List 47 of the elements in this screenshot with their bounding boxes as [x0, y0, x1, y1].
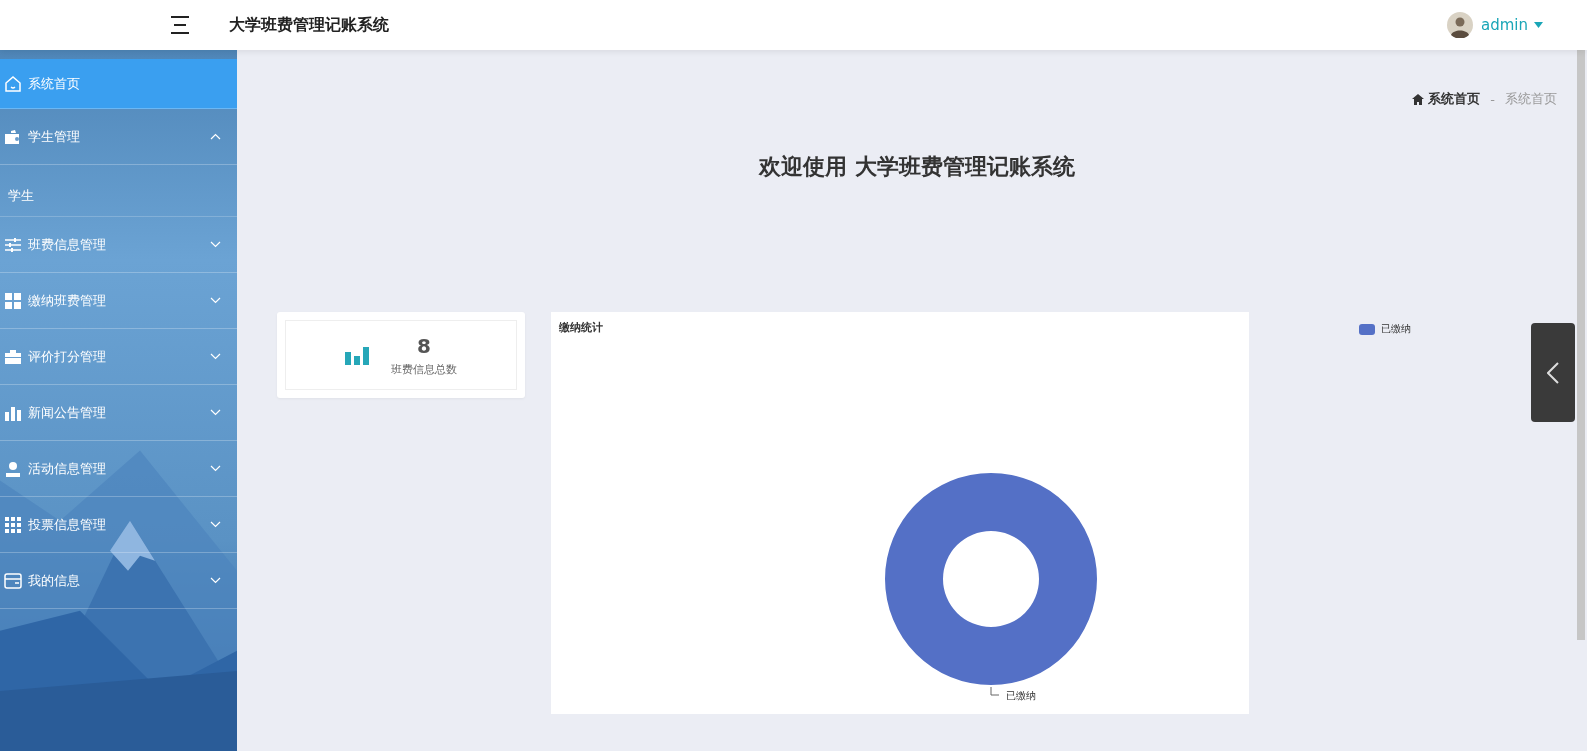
- breadcrumb-separator: -: [1490, 91, 1495, 107]
- chevron-down-icon: [210, 577, 221, 584]
- chevron-down-icon: [210, 353, 221, 360]
- chevron-down-icon: [210, 465, 221, 472]
- side-panel-toggle[interactable]: [1531, 323, 1575, 422]
- breadcrumb-link[interactable]: 系统首页: [1428, 90, 1481, 108]
- bar-chart-icon: [5, 404, 21, 421]
- wallet-icon: [5, 129, 21, 144]
- app-title: 大学班费管理记账系统: [229, 14, 389, 36]
- breadcrumb-current: 系统首页: [1505, 90, 1557, 108]
- sidebar-menu-item[interactable]: 系统首页: [0, 59, 237, 109]
- avatar-icon[interactable]: [1447, 12, 1473, 38]
- sidebar-menu-item[interactable]: 我的信息: [0, 553, 237, 609]
- scrollbar[interactable]: [1577, 50, 1585, 640]
- chevron-down-icon: [210, 521, 221, 528]
- chevron-down-icon: [210, 409, 221, 416]
- grid-icon: [5, 516, 21, 533]
- sidebar-menu-item[interactable]: 缴纳班费管理: [0, 273, 237, 329]
- stat-label: 班费信息总数: [391, 361, 457, 377]
- sidebar-menu-item[interactable]: 班费信息管理: [0, 217, 237, 273]
- card-icon: [4, 572, 22, 589]
- sidebar-submenu-item[interactable]: 学生: [0, 165, 237, 217]
- home-icon: [1412, 93, 1425, 105]
- welcome-heading: 欢迎使用 大学班费管理记账系统: [757, 153, 1076, 181]
- sidebar-menu-item[interactable]: 新闻公告管理: [0, 385, 237, 441]
- user-icon: [5, 460, 21, 477]
- chevron-down-icon: [210, 297, 221, 304]
- menu-icon[interactable]: [169, 15, 191, 35]
- sliders-icon: [5, 237, 21, 252]
- grid-icon: [5, 292, 21, 309]
- caret-icon: [1534, 22, 1543, 28]
- chevron-up-icon: [210, 133, 221, 140]
- sidebar-menu-item[interactable]: 活动信息管理: [0, 441, 237, 497]
- segment-label: 已缴纳: [1006, 690, 1036, 701]
- stat-value: 8: [417, 333, 431, 358]
- user-menu-button[interactable]: admin: [1481, 16, 1543, 34]
- chevron-down-icon: [210, 241, 221, 248]
- sidebar-menu-item[interactable]: 评价打分管理: [0, 329, 237, 385]
- bar-chart-icon: [345, 345, 369, 365]
- sidebar-menu-item[interactable]: 投票信息管理: [0, 497, 237, 553]
- home-icon: [4, 74, 22, 93]
- chevron-left-icon: [1547, 361, 1559, 384]
- legend-item[interactable]: 已缴纳: [1359, 322, 1411, 336]
- leader-line: [990, 686, 1000, 696]
- sidebar-menu-item[interactable]: 学生管理: [0, 109, 237, 165]
- briefcase-icon: [5, 349, 21, 364]
- chart-title: 缴纳统计: [559, 320, 603, 335]
